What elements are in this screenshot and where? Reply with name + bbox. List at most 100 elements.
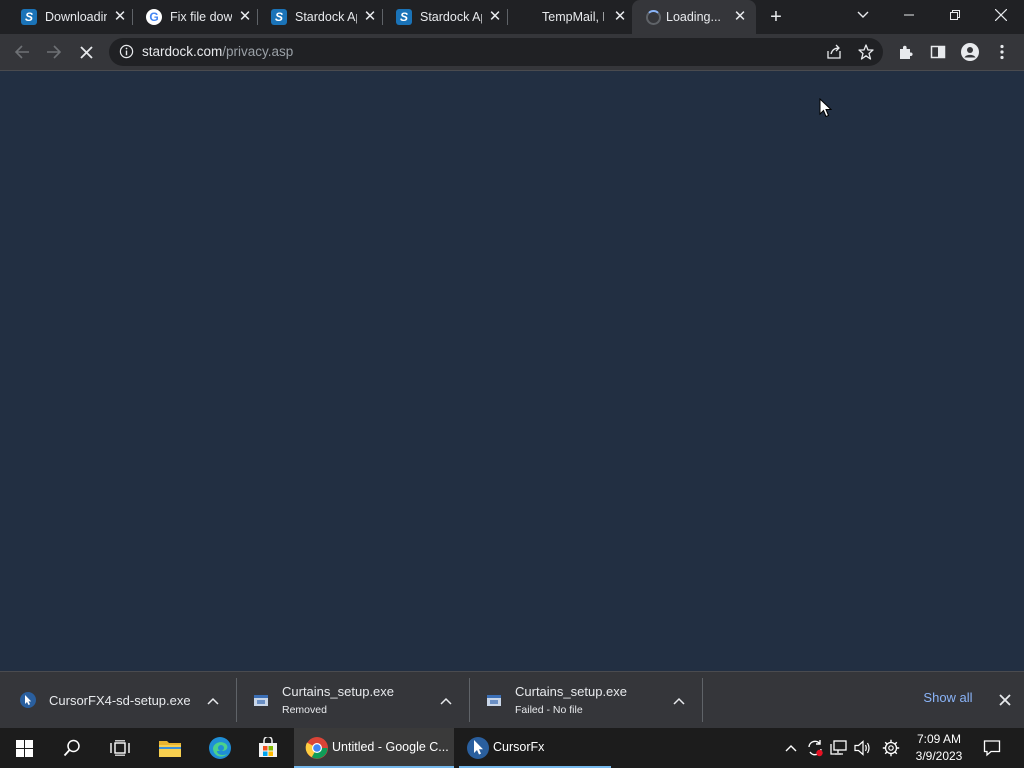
- side-panel-icon: [930, 45, 946, 59]
- download-item[interactable]: Curtains_setup.exe Removed: [237, 672, 470, 729]
- tab-fix-file-download[interactable]: G Fix file download ✕: [133, 0, 258, 34]
- network-icon: [830, 740, 847, 755]
- download-filename: CursorFX4-sd-setup.exe: [49, 693, 191, 708]
- close-icon[interactable]: ✕: [612, 9, 628, 25]
- tab-title: Downloading: [45, 10, 107, 24]
- tab-title: Stardock Application: [420, 10, 482, 24]
- task-view-button[interactable]: [96, 728, 144, 768]
- stardock-icon: S: [21, 9, 37, 25]
- close-shelf-icon[interactable]: [996, 691, 1014, 709]
- task-view-icon: [110, 740, 130, 756]
- sync-status-button[interactable]: [804, 736, 826, 760]
- chevron-up-icon[interactable]: [439, 694, 453, 708]
- edge-icon: [209, 737, 231, 759]
- url-path: /privacy.asp: [222, 44, 294, 59]
- tab-search-button[interactable]: [840, 0, 886, 30]
- stardock-icon: S: [271, 9, 287, 25]
- cursorfx-icon: [467, 737, 489, 759]
- mouse-cursor-icon: [819, 98, 833, 118]
- volume-button[interactable]: [852, 736, 874, 760]
- gear-icon: [882, 739, 900, 757]
- restore-button[interactable]: [932, 0, 978, 30]
- download-item[interactable]: CursorFX4-sd-setup.exe: [0, 672, 237, 729]
- search-button[interactable]: [48, 728, 96, 768]
- extensions-button[interactable]: [894, 40, 918, 64]
- installer-file-icon: [487, 695, 501, 706]
- download-filename: Curtains_setup.exe: [515, 684, 628, 699]
- close-icon[interactable]: ✕: [237, 9, 253, 25]
- tab-title: TempMail, Free: [542, 10, 604, 24]
- share-icon: [827, 44, 841, 59]
- browser-toolbar: stardock.com/privacy.asp: [0, 34, 1024, 71]
- close-icon[interactable]: ✕: [487, 9, 503, 25]
- page-content[interactable]: [0, 71, 1024, 671]
- url-text[interactable]: stardock.com/privacy.asp: [142, 44, 293, 59]
- clock-date: 3/9/2023: [915, 749, 963, 763]
- restore-icon: [950, 10, 960, 20]
- address-bar[interactable]: stardock.com/privacy.asp: [109, 38, 883, 66]
- google-icon: G: [146, 9, 162, 25]
- tab-loading[interactable]: Loading... ✕: [632, 0, 756, 34]
- share-button[interactable]: [822, 40, 846, 64]
- download-status: Failed - No file: [515, 704, 583, 716]
- loading-spinner-icon: [645, 9, 661, 25]
- chevron-up-icon[interactable]: [672, 694, 686, 708]
- close-icon: [79, 45, 93, 59]
- download-filename: Curtains_setup.exe: [282, 684, 395, 699]
- close-icon: [995, 9, 1007, 21]
- tab-tempmail[interactable]: TempMail, Free ✕: [508, 0, 632, 34]
- close-icon[interactable]: ✕: [112, 9, 128, 25]
- microsoft-store-button[interactable]: [244, 728, 292, 768]
- chevron-up-icon[interactable]: [206, 694, 220, 708]
- download-status: Removed: [282, 704, 327, 716]
- tab-title: Stardock Application: [295, 10, 357, 24]
- divider: [702, 678, 703, 722]
- chrome-icon: [305, 737, 328, 759]
- info-icon[interactable]: [119, 44, 134, 59]
- store-icon: [259, 737, 277, 757]
- notification-icon: [983, 740, 1001, 757]
- forward-button[interactable]: [42, 40, 66, 64]
- arrow-right-icon: [47, 45, 62, 59]
- back-button[interactable]: [10, 40, 34, 64]
- start-button[interactable]: [0, 728, 48, 768]
- close-window-button[interactable]: [978, 0, 1024, 30]
- arrow-left-icon: [14, 45, 29, 59]
- star-icon: [858, 44, 874, 60]
- show-all-button[interactable]: Show all: [916, 690, 980, 705]
- tab-title: Fix file download: [170, 10, 232, 24]
- settings-button[interactable]: [880, 736, 902, 760]
- stardock-icon: S: [396, 9, 412, 25]
- minimize-button[interactable]: [886, 0, 932, 30]
- file-explorer-button[interactable]: [146, 728, 194, 768]
- download-item[interactable]: Curtains_setup.exe Failed - No file: [470, 672, 703, 729]
- tab-stardock-1[interactable]: S Stardock Application ✕: [258, 0, 383, 34]
- side-panel-button[interactable]: [926, 40, 950, 64]
- new-tab-button[interactable]: +: [766, 7, 786, 27]
- edge-button[interactable]: [196, 728, 244, 768]
- profile-button[interactable]: [958, 40, 982, 64]
- notifications-button[interactable]: [980, 736, 1004, 760]
- bookmark-button[interactable]: [854, 40, 878, 64]
- url-host: stardock.com: [142, 44, 223, 59]
- close-icon[interactable]: ✕: [732, 9, 748, 25]
- taskbar-app-chrome[interactable]: Untitled - Google C...: [294, 728, 454, 768]
- close-icon[interactable]: ✕: [362, 9, 378, 25]
- tab-downloading[interactable]: S Downloading ✕: [8, 0, 133, 34]
- puzzle-icon: [900, 45, 913, 59]
- windows-logo-icon: [15, 739, 33, 757]
- taskbar-app-label: Untitled - Google C...: [332, 740, 449, 754]
- menu-button[interactable]: [990, 40, 1014, 64]
- clock[interactable]: 7:09 AM 3/9/2023: [908, 731, 970, 765]
- cursorfx-icon: [20, 692, 36, 708]
- speaker-icon: [854, 740, 870, 756]
- chevron-up-icon: [785, 745, 797, 752]
- network-button[interactable]: [828, 736, 850, 760]
- taskbar-app-cursorfx[interactable]: CursorFx: [459, 728, 611, 768]
- chevron-down-icon: [857, 11, 869, 18]
- stop-loading-button[interactable]: [74, 40, 98, 64]
- search-icon: [63, 739, 80, 757]
- tab-stardock-2[interactable]: S Stardock Application ✕: [383, 0, 508, 34]
- show-hidden-icons-button[interactable]: [780, 736, 802, 760]
- taskbar: Untitled - Google C... CursorFx 7:09 AM …: [0, 728, 1024, 768]
